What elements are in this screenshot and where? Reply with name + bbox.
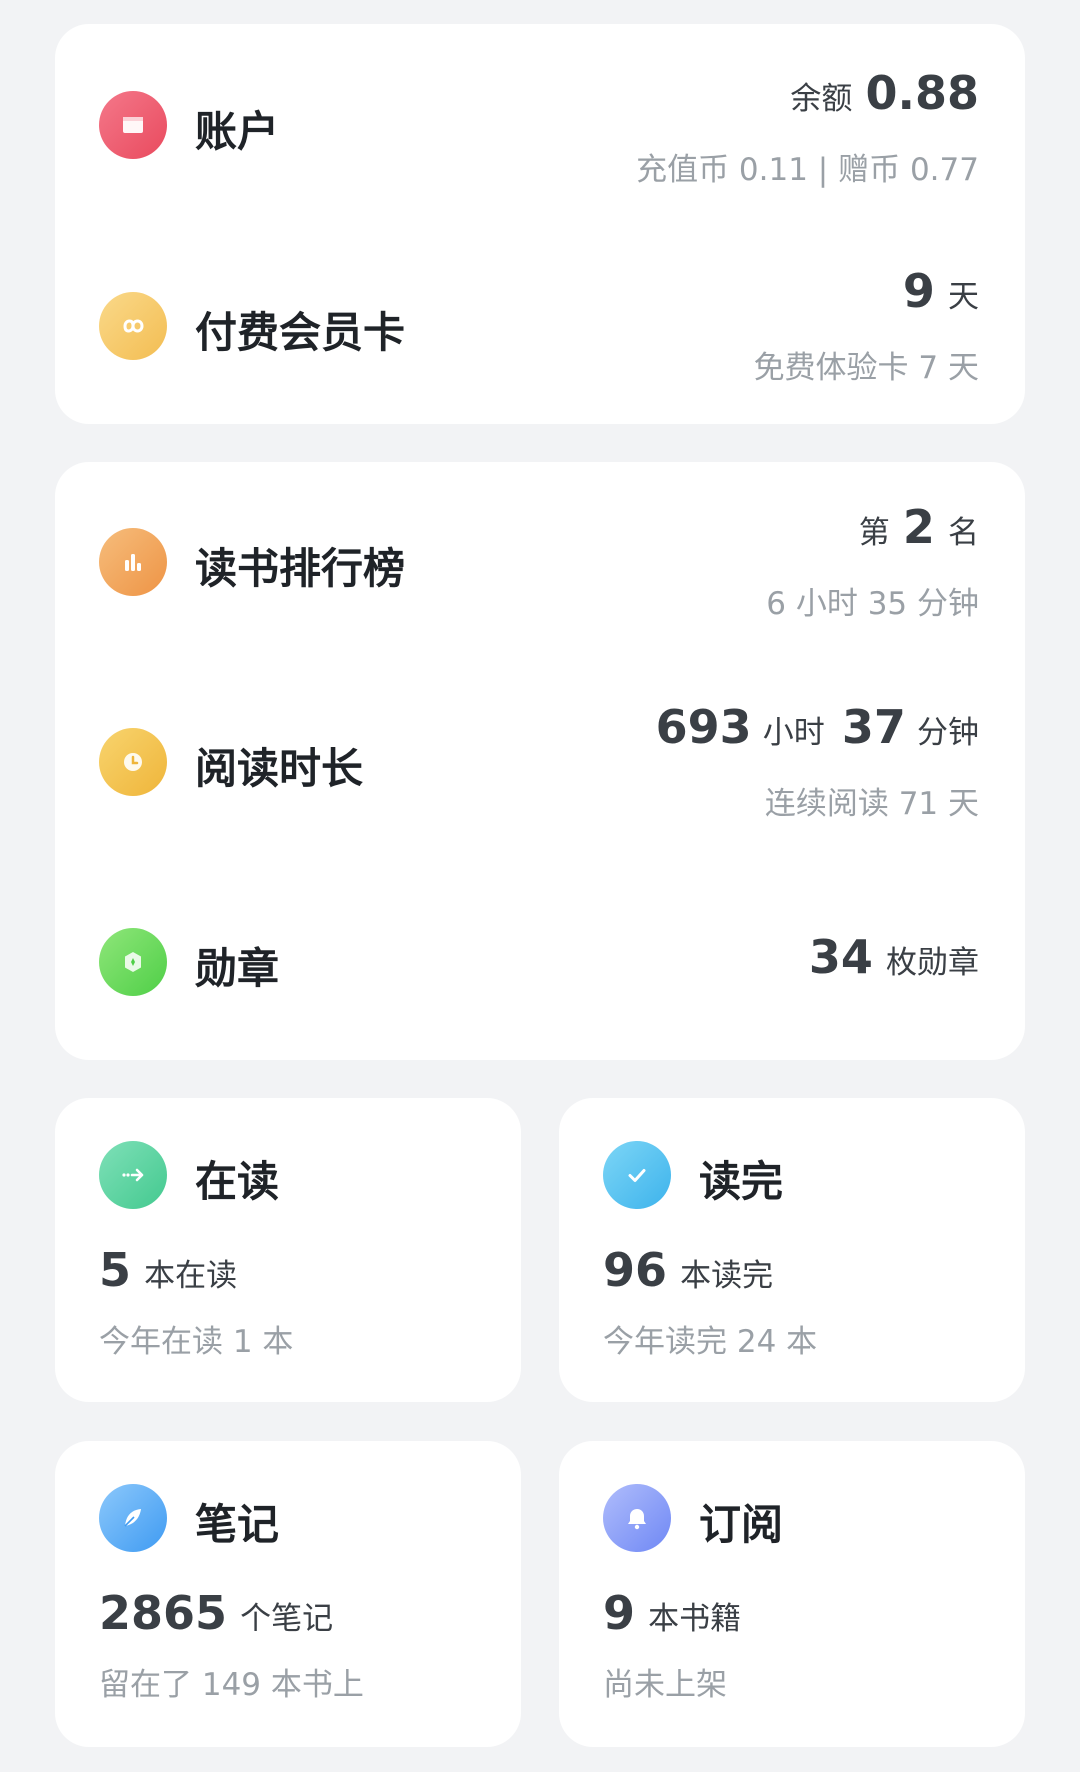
ranking-prefix: 第	[858, 515, 890, 551]
subscriptions-detail: 尚未上架	[603, 1667, 727, 1703]
membership-days: 9 天	[903, 264, 979, 318]
infinity-icon	[99, 292, 167, 360]
reading-minutes-value: 37	[841, 700, 906, 754]
badges-count: 34 枚勋章	[809, 930, 979, 984]
membership-days-unit: 天	[948, 279, 979, 315]
subscriptions-title: 订阅	[699, 1500, 784, 1549]
arrow-right-icon	[99, 1141, 167, 1209]
reading-hours-unit: 小时	[762, 715, 825, 751]
badges-count-unit: 枚勋章	[886, 945, 979, 981]
reading-title: 在读	[195, 1157, 280, 1206]
subscriptions-count: 9 本书籍	[603, 1586, 741, 1640]
reading-detail: 今年在读 1 本	[99, 1324, 294, 1360]
balance-value: 0.88	[865, 66, 980, 120]
badges-count-value: 34	[808, 930, 873, 984]
finished-count-value: 96	[603, 1243, 668, 1297]
account-detail: 充值币 0.11 | 赠币 0.77	[636, 152, 979, 188]
ranking-suffix: 名	[948, 515, 979, 551]
reading-hours-value: 693	[655, 700, 752, 754]
ranking-title: 读书排行榜	[195, 544, 406, 593]
bar-chart-icon	[99, 528, 167, 596]
reading-time-row[interactable]: 阅读时长 693 小时 37 分钟 连续阅读 71 天	[55, 662, 1025, 862]
feather-icon	[99, 1484, 167, 1552]
badges-row[interactable]: 勋章 34 枚勋章	[55, 862, 1025, 1060]
reading-count: 5 本在读	[99, 1243, 237, 1297]
ranking-detail: 6 小时 35 分钟	[766, 586, 979, 622]
finished-title: 读完	[699, 1157, 784, 1206]
subscriptions-count-value: 9	[603, 1586, 636, 1640]
membership-row[interactable]: 付费会员卡 9 天 免费体验卡 7 天	[55, 224, 1025, 424]
finished-count-unit: 本读完	[680, 1258, 774, 1294]
notes-count-value: 2865	[99, 1586, 228, 1640]
account-card: 账户 余额 0.88 充值币 0.11 | 赠币 0.77 付费会员卡 9 天 …	[55, 24, 1025, 424]
notes-count-unit: 个笔记	[240, 1601, 334, 1637]
reading-count-unit: 本在读	[144, 1258, 238, 1294]
reading-time-detail: 连续阅读 71 天	[764, 786, 979, 822]
balance-label: 余额	[790, 81, 853, 117]
membership-title: 付费会员卡	[195, 308, 406, 357]
ranking-value: 第 2 名	[859, 500, 979, 554]
finished-count: 96 本读完	[603, 1243, 773, 1297]
stats-card: 读书排行榜 第 2 名 6 小时 35 分钟 阅读时长 693 小时 37 分钟…	[55, 462, 1025, 1060]
notes-card[interactable]: 笔记 2865 个笔记 留在了 149 本书上	[55, 1441, 521, 1747]
reading-time-value: 693 小时 37 分钟	[656, 700, 979, 754]
ranking-rank-value: 2	[902, 500, 935, 554]
account-row[interactable]: 账户 余额 0.88 充值币 0.11 | 赠币 0.77	[55, 24, 1025, 224]
wallet-icon	[99, 91, 167, 159]
badges-title: 勋章	[195, 944, 280, 993]
account-balance: 余额 0.88	[790, 66, 979, 120]
reading-time-title: 阅读时长	[195, 744, 364, 793]
check-icon	[603, 1141, 671, 1209]
bell-icon	[603, 1484, 671, 1552]
reading-count-value: 5	[99, 1243, 132, 1297]
finished-detail: 今年读完 24 本	[603, 1324, 818, 1360]
finished-card[interactable]: 读完 96 本读完 今年读完 24 本	[559, 1098, 1025, 1402]
notes-detail: 留在了 149 本书上	[99, 1667, 364, 1703]
clock-icon	[99, 728, 167, 796]
ranking-row[interactable]: 读书排行榜 第 2 名 6 小时 35 分钟	[55, 462, 1025, 662]
notes-count: 2865 个笔记	[99, 1586, 333, 1640]
membership-detail: 免费体验卡 7 天	[753, 350, 979, 386]
subscriptions-card[interactable]: 订阅 9 本书籍 尚未上架	[559, 1441, 1025, 1747]
account-title: 账户	[195, 107, 280, 156]
notes-title: 笔记	[195, 1500, 280, 1549]
reading-minutes-unit: 分钟	[917, 715, 979, 751]
subscriptions-count-unit: 本书籍	[648, 1601, 742, 1637]
medal-icon	[99, 928, 167, 996]
reading-card[interactable]: 在读 5 本在读 今年在读 1 本	[55, 1098, 521, 1402]
membership-days-value: 9	[902, 264, 935, 318]
